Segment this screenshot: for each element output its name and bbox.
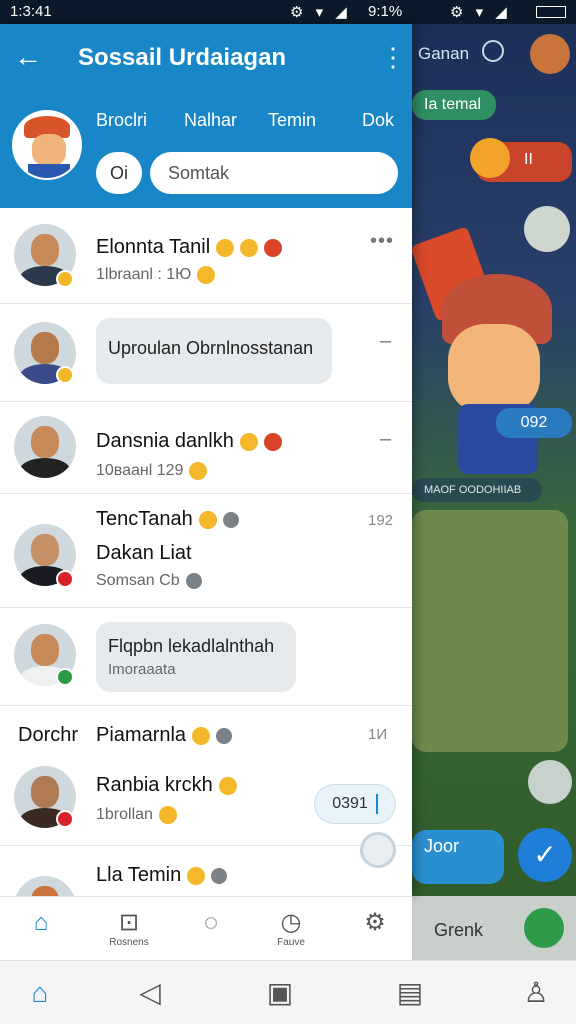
chat-row[interactable]: Flqpbn lekadlalnthah Imoraaata: [0, 608, 412, 706]
bg-message-bubble-red: II: [470, 138, 572, 182]
message-preview: 1brollan: [96, 806, 177, 824]
tab-2[interactable]: Nalhar: [184, 110, 237, 131]
status-time: 1:3:41: [10, 3, 52, 20]
cartoon-character-image: [412, 226, 562, 484]
bg-message-bubble-blue-2: Joor: [412, 830, 504, 884]
pot-icon: ⊡: [118, 909, 140, 936]
battery-icon: [536, 6, 566, 18]
chat-row[interactable]: Lla Temin: [0, 846, 412, 896]
status-bar: 1:3:41 ⚙ ▾ ◢ 9:1% ⚙ ▾ ◢: [0, 0, 576, 24]
filter-pill[interactable]: Oi: [96, 152, 142, 194]
bg-bottom-label: Grenk: [434, 920, 484, 940]
more-vertical-icon[interactable]: ⋮: [380, 42, 406, 72]
bg-message-bubble-blue: 092: [496, 408, 572, 438]
check-icon[interactable]: ✓: [518, 828, 572, 882]
avatar: [14, 876, 76, 896]
message-preview: 10ваанl 129: [96, 462, 208, 480]
chat-icon: ◌: [203, 909, 219, 936]
message-preview: Somsan Cb: [96, 572, 202, 590]
contact-name: Elonnta Tanil: [96, 236, 283, 259]
contact-name: Dansnia danlkh: [96, 430, 282, 453]
count-pill[interactable]: 0391: [314, 784, 396, 824]
tab-1[interactable]: Broclri: [96, 110, 147, 131]
status-icons-right: ⚙ ▾ ◢: [450, 4, 511, 21]
app-tab-bar: ⌂ ⊡ Rosnens ◌ ◷ Fauve ⚙: [0, 896, 412, 960]
chat-panel: ← Sossail Urdaiagan ⋮ Broclri Nalhar Tem…: [0, 24, 412, 896]
more-horizontal-icon[interactable]: •••: [370, 230, 394, 253]
tab-fauve[interactable]: ◷ Fauve: [250, 897, 332, 961]
refresh-button[interactable]: [360, 832, 396, 868]
status-badge: [56, 570, 74, 588]
chat-row[interactable]: Dorchr Piamarnla 1И Ranbia krckh 1brolla…: [0, 706, 412, 846]
app-header: ← Sossail Urdaiagan ⋮ Broclri Nalhar Tem…: [0, 24, 412, 208]
back-arrow-icon[interactable]: ←: [14, 42, 46, 74]
battery-level: 9:1%: [368, 3, 403, 20]
bg-message-bubble: Ia temal: [412, 90, 496, 120]
status-badge: [56, 668, 74, 686]
message-bubble: Uproulan Obrnlnosstanan: [96, 318, 332, 384]
app-title: Sossail Urdaiagan: [78, 44, 287, 71]
chat-row[interactable]: TencTanah Dakan Liat Somsan Cb 192: [0, 494, 412, 608]
tab-rosnens[interactable]: ⊡ Rosnens: [88, 897, 170, 961]
tab-4[interactable]: Dok: [362, 110, 394, 131]
bg-search-label: Ganan: [418, 44, 470, 63]
status-badge: [56, 366, 74, 384]
home-icon[interactable]: ⌂: [22, 975, 58, 1011]
status-badge: [56, 810, 74, 828]
message-bubble: Flqpbn lekadlalnthah Imoraaata: [96, 622, 296, 692]
profile-icon[interactable]: ♙: [518, 975, 554, 1011]
message-preview: 1lbraanl : 1Ю: [96, 266, 216, 284]
chat-row[interactable]: Uproulan Obrnlnosstanan –: [0, 304, 412, 402]
message-count: 1И: [368, 726, 388, 743]
bg-card: [412, 510, 568, 752]
bg-round-icon-2[interactable]: [528, 760, 572, 804]
status-icons-left: ⚙ ▾ ◢: [290, 4, 351, 21]
tab-settings[interactable]: ⚙: [334, 897, 416, 961]
chat-row[interactable]: Elonnta Tanil 1lbraanl : 1Ю •••: [0, 208, 412, 304]
bg-bottom-bar: Grenk: [412, 896, 576, 960]
settings-icon: ⚙: [364, 909, 386, 936]
tablet-icon[interactable]: ▤: [392, 975, 428, 1011]
avatar: [14, 416, 76, 478]
minus-icon[interactable]: –: [380, 428, 391, 451]
minus-icon[interactable]: –: [380, 330, 391, 353]
chat-row[interactable]: Dansnia danlkh 10ваанl 129 –: [0, 402, 412, 494]
section-label: Dorchr: [18, 724, 79, 746]
bg-avatar[interactable]: [530, 34, 570, 74]
clock-icon: ◷: [280, 909, 302, 936]
emoji-icon: [470, 138, 510, 178]
bg-message-label: MAOF OODOHIIAB: [412, 478, 542, 502]
profile-avatar[interactable]: [12, 110, 82, 180]
tab-home[interactable]: ⌂: [0, 897, 82, 961]
home-icon: ⌂: [33, 909, 49, 936]
recents-icon[interactable]: ▣: [262, 975, 298, 1011]
background-app: Ganan Ia temal II 092 MAOF OODOHIIAB Joo…: [412, 24, 576, 960]
contact-name: Lla Temin: [96, 864, 228, 887]
tab-3[interactable]: Temin: [268, 110, 316, 131]
tab-chat[interactable]: ◌: [170, 897, 252, 961]
contact-name-secondary: Dakan Liat: [96, 542, 192, 564]
system-nav-bar: ⌂ ◁ ▣ ▤ ♙: [0, 960, 576, 1024]
contact-name: Piamarnla: [96, 724, 233, 747]
message-count: 192: [368, 512, 394, 529]
confirm-icon[interactable]: [524, 908, 564, 948]
contact-name: TencTanah: [96, 508, 239, 531]
search-input[interactable]: Somtak: [150, 152, 398, 194]
search-icon[interactable]: [482, 40, 504, 62]
back-icon[interactable]: ◁: [132, 975, 168, 1011]
status-badge: [56, 270, 74, 288]
contact-name: Ranbia krckh: [96, 774, 237, 797]
